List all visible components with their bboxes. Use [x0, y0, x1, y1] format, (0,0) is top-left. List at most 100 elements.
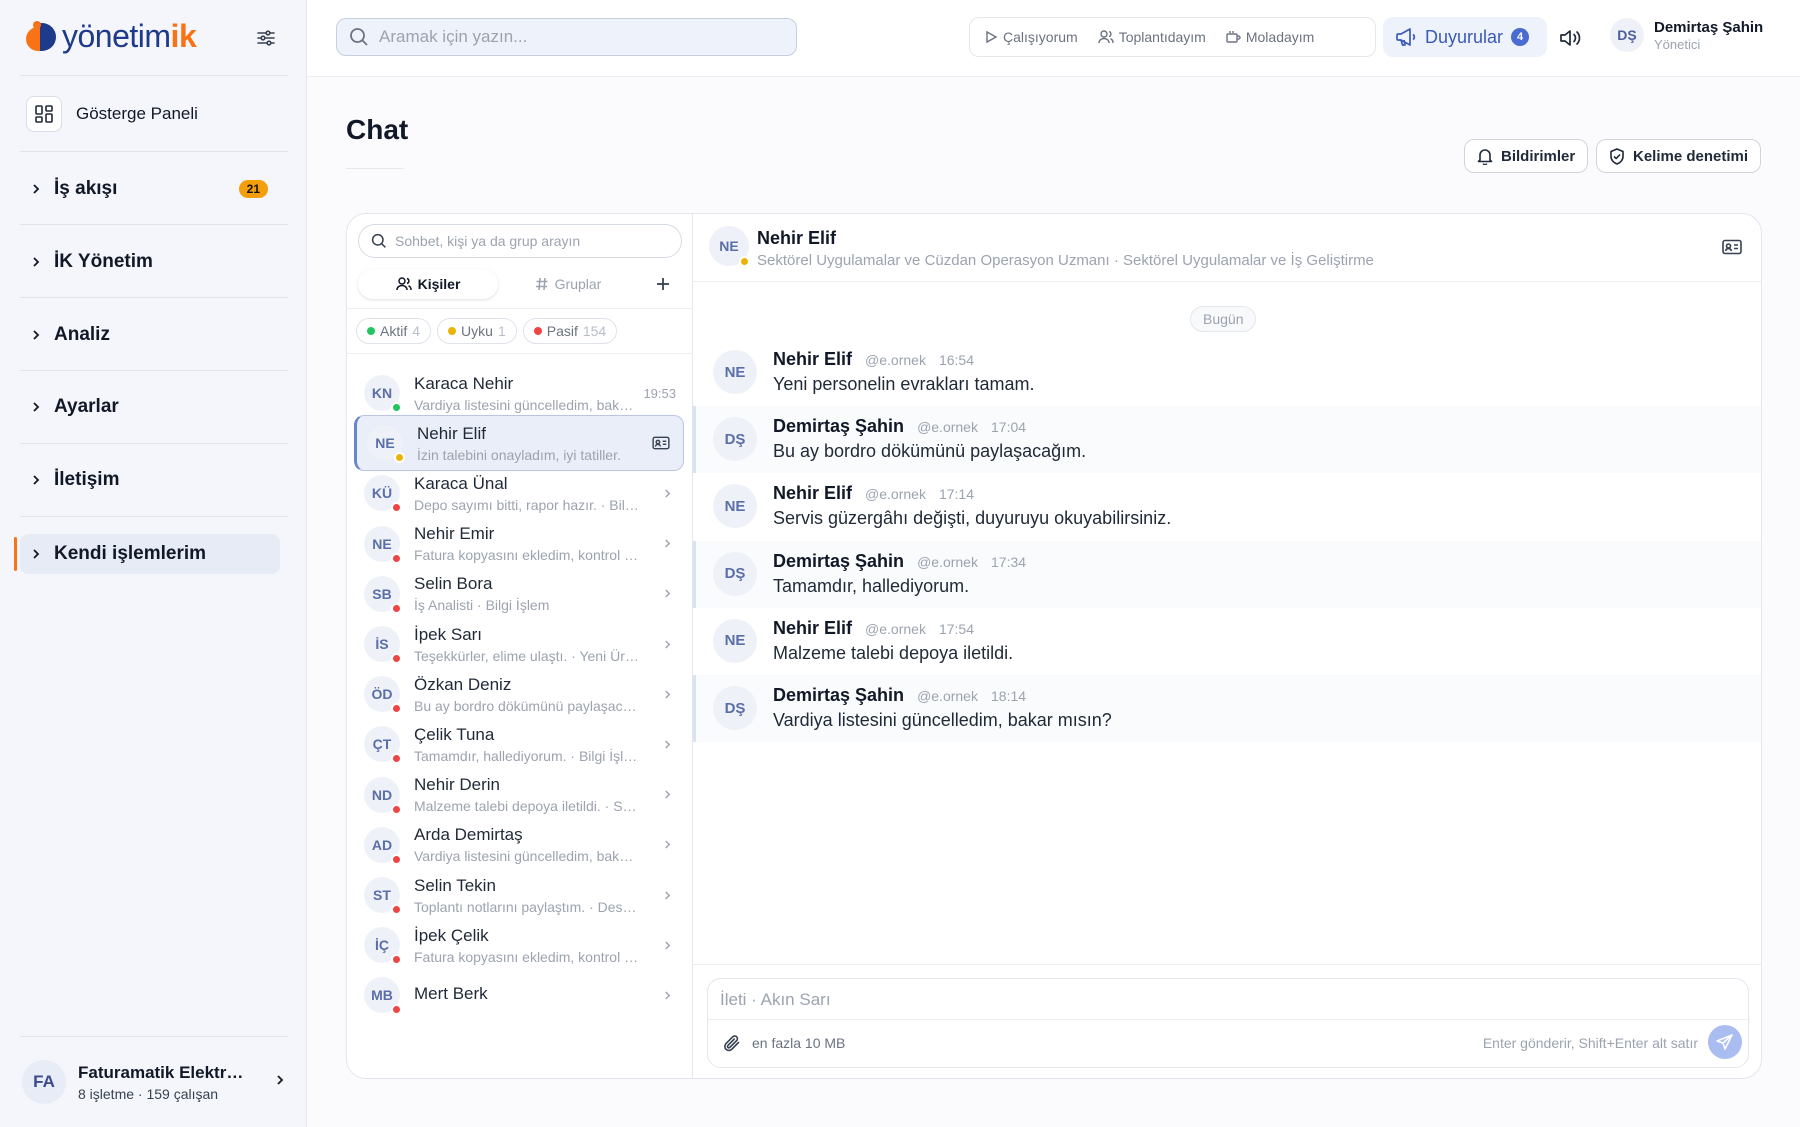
contact-list-item[interactable]: NE Nehir Elif İzin talebini onayladım, i… [354, 415, 684, 472]
contact-card-button[interactable] [1721, 238, 1743, 256]
conversation-header: NE Nehir Elif Sektörel Uygulamalar ve Cü… [693, 214, 1761, 282]
contacts-tabs: Kişiler Gruplar [358, 268, 682, 300]
contact-list-item[interactable]: KN Karaca Nehir Vardiya listesini güncel… [354, 365, 684, 421]
avatar[interactable]: DŞ [713, 417, 757, 462]
contact-text: Nehir Elif İzin talebini onayladım, iyi … [417, 424, 643, 463]
message-item: DŞ Demirtaş Şahin @e.ornek 18:14 Vardiya… [693, 675, 1761, 742]
message-author[interactable]: Nehir Elif [773, 349, 852, 369]
contact-list-item[interactable]: MB Mert Berk [354, 967, 684, 1023]
contact-list-item[interactable]: SB Selin Bora İş Analisti · Bilgi İşlem [354, 566, 684, 622]
message-text: Yeni personelin evrakları tamam. [773, 374, 1035, 394]
sidebar-item-hr[interactable]: İK Yönetim [20, 242, 280, 282]
attach-button[interactable] [722, 1033, 742, 1053]
bell-icon [1477, 148, 1493, 165]
contact-text: Nehir Emir Fatura kopyasını ekledim, kon… [414, 524, 640, 563]
contact-list-item[interactable]: ÖD Özkan Deniz Bu ay bordro dökümünü pay… [354, 666, 684, 722]
contact-text: Arda Demirtaş Vardiya listesini güncelle… [414, 825, 640, 864]
divider [347, 353, 693, 354]
sound-toggle-button[interactable] [1557, 24, 1585, 52]
send-button[interactable] [1708, 1025, 1742, 1059]
message-author[interactable]: Demirtaş Şahin [773, 416, 904, 436]
contact-preview: Malzeme talebi depoya iletildi. · Satış [414, 798, 640, 815]
message-author[interactable]: Nehir Elif [773, 483, 852, 503]
filter-active-chip[interactable]: Aktif 4 [356, 318, 432, 344]
announcements-button[interactable]: Duyurular 4 [1383, 17, 1547, 57]
status-dot [391, 803, 402, 815]
contact-list-item[interactable]: İÇ İpek Çelik Fatura kopyasını ekledim, … [354, 917, 684, 973]
avatar-initials: AD [371, 836, 393, 853]
message-input[interactable] [720, 987, 1730, 1013]
contact-list-item[interactable]: ND Nehir Derin Malzeme talebi depoya ile… [354, 767, 684, 823]
avatar[interactable]: NE [713, 618, 757, 663]
message-author[interactable]: Demirtaş Şahin [773, 551, 904, 571]
avatar[interactable]: DŞ [713, 686, 757, 730]
sidebar-item-workflow[interactable]: İş akışı 21 [20, 169, 280, 209]
user-info: Demirtaş Şahin Yönetici [1654, 19, 1763, 52]
avatar[interactable]: NE [713, 484, 757, 529]
page-title: Chat [346, 114, 409, 145]
new-chat-button[interactable] [652, 273, 674, 295]
status-working-button[interactable]: Çalışıyorum [978, 25, 1084, 49]
contact-name: Selin Tekin [414, 875, 496, 895]
id-card-icon[interactable] [651, 435, 671, 451]
avatar-initials: KÜ [371, 485, 393, 502]
tab-people[interactable]: Kişiler [358, 269, 498, 299]
contact-list-item[interactable]: AD Arda Demirtaş Vardiya listesini günce… [354, 817, 684, 873]
filter-label: Aktif [380, 323, 408, 339]
sidebar-item-analytics[interactable]: Analiz [20, 315, 280, 355]
contact-list-item[interactable]: İS İpek Sarı Teşekkürler, elime ulaştı. … [354, 616, 684, 672]
message-author[interactable]: Demirtaş Şahin [773, 685, 904, 705]
sidebar-item-my-actions[interactable]: Kendi işlemlerim [14, 534, 280, 574]
avatar[interactable]: DŞ [713, 551, 757, 596]
contact-list-item[interactable]: ÇT Çelik Tuna Tamamdır, hallediyorum. · … [354, 716, 684, 772]
logo[interactable]: yönetimik [24, 18, 197, 54]
avatar: ST [364, 877, 402, 915]
chevron-right-icon [660, 788, 674, 802]
chevron-right-icon [660, 637, 674, 651]
shield-check-icon [1610, 147, 1624, 165]
sidebar-item-label: İş akışı [54, 178, 118, 199]
sidebar-item-settings[interactable]: Ayarlar [20, 387, 280, 427]
announcements-count-badge: 4 [1511, 28, 1530, 46]
tab-groups[interactable]: Gruplar [498, 269, 638, 299]
contacts-search-input[interactable] [395, 233, 665, 249]
status-dot [533, 327, 542, 335]
coffee-icon [1226, 31, 1241, 43]
search-input[interactable] [379, 27, 779, 47]
sidebar: yönetimik Gösterge Paneli İş akışı 21 İK… [0, 0, 307, 1127]
id-card-icon [1722, 239, 1742, 255]
contact-list-item[interactable]: KÜ Karaca Ünal Depo sayımı bitti, rapor … [354, 465, 684, 521]
status-break-button[interactable]: Moladayım [1220, 25, 1320, 49]
filter-sleep-chip[interactable]: Uyku 1 [437, 318, 517, 344]
notifications-button[interactable]: Bildirimler [1464, 139, 1589, 173]
conversation-avatar[interactable]: NE [709, 226, 750, 267]
word-filter-button[interactable]: Kelime denetimi [1596, 139, 1762, 173]
avatar: AD [364, 826, 402, 865]
users-icon [1097, 30, 1114, 44]
contact-list-item[interactable]: NE Nehir Emir Fatura kopyasını ekledim, … [354, 516, 684, 572]
contact-name: Nehir Derin [414, 775, 500, 795]
sidebar-item-communication[interactable]: İletişim [20, 460, 280, 500]
sidebar-collapse-button[interactable] [254, 26, 278, 50]
avatar[interactable]: NE [713, 350, 757, 394]
sidebar-item-dashboard[interactable]: Gösterge Paneli [26, 95, 288, 133]
user-menu[interactable]: DŞ Demirtaş Şahin Yönetici [1610, 18, 1763, 52]
contact-list-item[interactable]: ST Selin Tekin Toplantı notlarını paylaş… [354, 867, 684, 923]
status-label: Toplantıdayım [1118, 29, 1206, 45]
message-author[interactable]: Nehir Elif [773, 618, 852, 638]
status-dot [367, 327, 375, 335]
filter-passive-chip[interactable]: Pasif 154 [522, 318, 618, 344]
contacts-search[interactable] [358, 224, 682, 258]
nav-divider [20, 224, 288, 225]
company-switcher[interactable]: FA Faturamatik Elektronik 8 işletme · 15… [22, 1058, 288, 1106]
contact-preview: Toplantı notlarını paylaştım. · Destek [414, 898, 640, 915]
hash-icon [535, 277, 548, 291]
contact-name: Selin Bora [414, 574, 493, 594]
volume-icon [1560, 30, 1581, 46]
message-header: Demirtaş Şahin @e.ornek 18:14 [773, 685, 1026, 706]
logo-mark-icon [24, 19, 58, 53]
contact-text: İpek Sarı Teşekkürler, elime ulaştı. · Y… [414, 625, 640, 664]
global-search[interactable] [336, 18, 797, 56]
status-meeting-button[interactable]: Toplantıdayım [1092, 25, 1212, 49]
sliders-icon [257, 30, 275, 46]
